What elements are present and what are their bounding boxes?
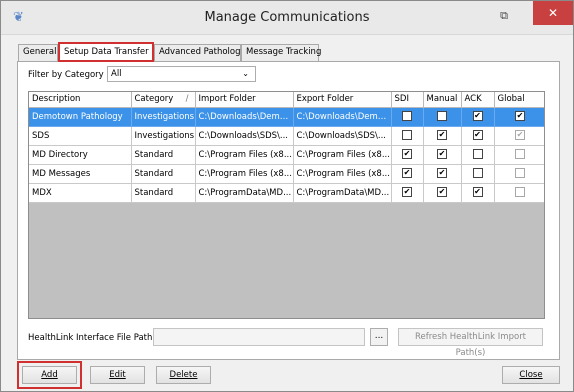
table-row[interactable]: Demotown Pathology Investigations C:\Downl… bbox=[29, 107, 544, 127]
grid-header-row: Description Category / Import Folder Expo… bbox=[29, 92, 544, 108]
cell-import-folder: C:\ProgramData\MD... bbox=[195, 183, 294, 203]
tab-advanced-pathology[interactable]: Advanced Pathology bbox=[154, 44, 246, 61]
cell-global bbox=[494, 145, 544, 165]
setup-data-transfer-panel: Filter by Category All ⌄ Description Cat… bbox=[17, 61, 560, 360]
cell-ack: ✔ bbox=[461, 107, 495, 127]
cell-category: Investigations bbox=[131, 126, 196, 146]
tab-general[interactable]: General bbox=[18, 44, 58, 61]
col-manual[interactable]: Manual bbox=[423, 92, 462, 108]
cell-import-folder: C:\Downloads\SDS\... bbox=[195, 126, 294, 146]
global-checkbox bbox=[515, 168, 525, 179]
cell-global bbox=[494, 164, 544, 184]
cell-export-folder: C:\Downloads\SDS\... bbox=[293, 126, 392, 146]
col-export-folder[interactable]: Export Folder bbox=[293, 92, 392, 108]
global-checkbox: ✔ bbox=[515, 130, 525, 141]
cell-export-folder: C:\Program Files (x8... bbox=[293, 164, 392, 184]
cell-import-folder: C:\Program Files (x8... bbox=[195, 164, 294, 184]
col-sdi[interactable]: SDI bbox=[391, 92, 424, 108]
cell-ack bbox=[461, 145, 495, 165]
close-window-icon[interactable]: ✕ bbox=[533, 1, 573, 25]
cell-manual: ✔ bbox=[423, 145, 462, 165]
ack-checkbox[interactable]: ✔ bbox=[472, 130, 483, 141]
sdi-checkbox[interactable] bbox=[402, 130, 412, 141]
healthlink-path-label: HealthLink Interface File Path bbox=[28, 333, 153, 343]
refresh-healthlink-button[interactable]: Refresh HealthLink Import Path(s) bbox=[398, 328, 543, 358]
col-import-folder[interactable]: Import Folder bbox=[195, 92, 294, 108]
window-title: Manage Communications bbox=[204, 10, 370, 25]
communications-grid: Description Category / Import Folder Expo… bbox=[28, 91, 545, 319]
cell-manual: ✔ bbox=[423, 164, 462, 184]
cell-manual: ✔ bbox=[423, 183, 462, 203]
cell-global: ✔ bbox=[494, 107, 544, 127]
global-checkbox[interactable]: ✔ bbox=[515, 111, 525, 122]
cell-category: Investigations bbox=[131, 107, 196, 127]
delete-button[interactable]: Delete bbox=[156, 366, 211, 384]
sdi-checkbox[interactable] bbox=[402, 111, 412, 122]
table-row[interactable]: SDS Investigations C:\Downloads\SDS\... C:\… bbox=[29, 126, 544, 146]
sort-indicator-icon: / bbox=[185, 94, 189, 105]
cell-manual bbox=[423, 107, 462, 127]
col-description[interactable]: Description bbox=[29, 92, 132, 108]
cell-description: MD Directory bbox=[29, 145, 132, 165]
ack-checkbox[interactable]: ✔ bbox=[472, 187, 483, 198]
healthlink-path-input[interactable] bbox=[153, 328, 365, 346]
filter-category-label: Filter by Category bbox=[28, 70, 104, 80]
global-checkbox bbox=[515, 187, 525, 198]
filter-category-select[interactable]: All ⌄ bbox=[107, 66, 256, 82]
cell-export-folder: C:\ProgramData\MD... bbox=[293, 183, 392, 203]
cell-sdi: ✔ bbox=[391, 145, 424, 165]
manual-checkbox[interactable] bbox=[437, 111, 447, 122]
manual-checkbox[interactable]: ✔ bbox=[437, 168, 447, 179]
sdi-checkbox[interactable]: ✔ bbox=[402, 187, 412, 198]
cell-sdi: ✔ bbox=[391, 183, 424, 203]
cell-category: Standard bbox=[131, 164, 196, 184]
table-row[interactable]: MD Directory Standard C:\Program Files (x8… bbox=[29, 145, 544, 165]
chevron-down-icon: ⌄ bbox=[242, 69, 249, 78]
cell-ack bbox=[461, 164, 495, 184]
cell-description: MDX bbox=[29, 183, 132, 203]
title-bar: ❦ Manage Communications ⧉ ✕ bbox=[1, 1, 573, 35]
cell-import-folder: C:\Downloads\Demo... bbox=[195, 107, 294, 127]
edit-button[interactable]: Edit bbox=[90, 366, 145, 384]
cell-import-folder: C:\Program Files (x8... bbox=[195, 145, 294, 165]
table-row[interactable]: MD Messages Standard C:\Program Files (x8.… bbox=[29, 164, 544, 184]
cell-category: Standard bbox=[131, 183, 196, 203]
manage-communications-window: ❦ Manage Communications ⧉ ✕ General Setu… bbox=[0, 0, 574, 392]
cell-sdi bbox=[391, 126, 424, 146]
ack-checkbox[interactable]: ✔ bbox=[472, 111, 483, 122]
close-button[interactable]: Close bbox=[502, 366, 560, 384]
cell-ack: ✔ bbox=[461, 126, 495, 146]
cell-export-folder: C:\Downloads\Demo... bbox=[293, 107, 392, 127]
ack-checkbox[interactable] bbox=[472, 149, 483, 160]
browse-button[interactable]: ... bbox=[370, 328, 388, 346]
cell-sdi: ✔ bbox=[391, 164, 424, 184]
sdi-checkbox[interactable]: ✔ bbox=[402, 149, 412, 160]
cell-description: SDS bbox=[29, 126, 132, 146]
cell-manual: ✔ bbox=[423, 126, 462, 146]
filter-category-value: All bbox=[111, 69, 122, 79]
manual-checkbox[interactable]: ✔ bbox=[437, 187, 447, 198]
cell-description: Demotown Pathology bbox=[29, 107, 132, 127]
tab-message-tracking[interactable]: Message Tracking bbox=[241, 44, 321, 61]
restore-icon[interactable]: ⧉ bbox=[495, 9, 513, 25]
add-button[interactable]: Add bbox=[17, 361, 82, 389]
manual-checkbox[interactable]: ✔ bbox=[437, 130, 447, 141]
col-ack[interactable]: ACK bbox=[461, 92, 495, 108]
cell-category: Standard bbox=[131, 145, 196, 165]
cell-sdi bbox=[391, 107, 424, 127]
table-row[interactable]: MDX Standard C:\ProgramData\MD... C:\Progra… bbox=[29, 183, 544, 203]
cell-global: ✔ bbox=[494, 126, 544, 146]
manual-checkbox[interactable]: ✔ bbox=[437, 149, 447, 160]
col-global[interactable]: Global bbox=[494, 92, 544, 108]
cell-global bbox=[494, 183, 544, 203]
cell-ack: ✔ bbox=[461, 183, 495, 203]
tab-setup-data-transfer[interactable]: Setup Data Transfer bbox=[58, 42, 154, 62]
col-category[interactable]: Category / bbox=[131, 92, 196, 108]
global-checkbox bbox=[515, 149, 525, 160]
sdi-checkbox[interactable]: ✔ bbox=[402, 168, 412, 179]
ack-checkbox[interactable] bbox=[472, 168, 483, 179]
cell-export-folder: C:\Program Files (x8... bbox=[293, 145, 392, 165]
cell-description: MD Messages bbox=[29, 164, 132, 184]
